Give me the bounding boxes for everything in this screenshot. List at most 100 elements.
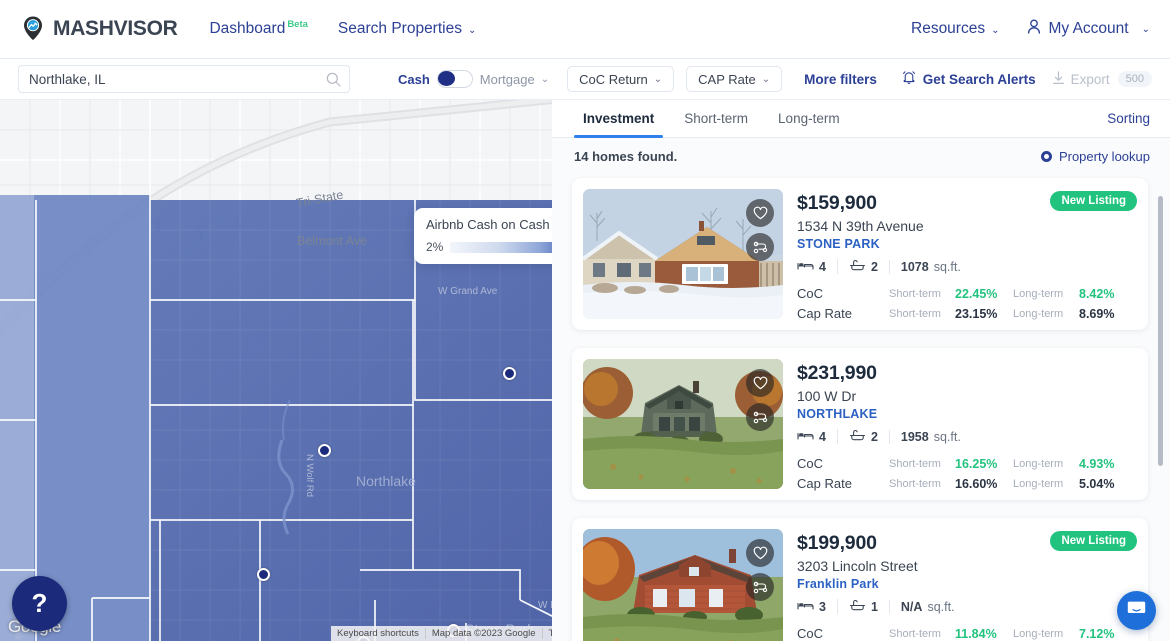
metric-short-label: Short-term (889, 287, 941, 300)
legend-title: Airbnb Cash on Cash Return (426, 217, 552, 232)
property-list[interactable]: New Listing $159,900 1534 N 39th Avenue … (552, 174, 1170, 641)
nav-my-account[interactable]: My Account ⌄ (1027, 19, 1150, 39)
filter-chip-cap-rate[interactable]: CAP Rate ⌄ (686, 66, 783, 92)
property-city[interactable]: Franklin Park (797, 577, 1137, 591)
legend-scale: 2% 10% (426, 240, 552, 254)
metric-name: CoC (797, 286, 824, 301)
map-attribution: Keyboard shortcuts Map data ©2023 Google… (331, 626, 552, 641)
status-badge: New Listing (1050, 531, 1137, 551)
help-button[interactable]: ? (12, 576, 67, 631)
nav-resources[interactable]: Resources ⌄ (911, 20, 999, 38)
filter-bar-actions: Get Search Alerts Export 500 (902, 70, 1152, 88)
favorite-button[interactable] (746, 369, 774, 397)
compare-button[interactable] (746, 233, 774, 261)
baths-count: 2 (870, 429, 878, 444)
location-search[interactable] (18, 65, 350, 93)
map-marker[interactable] (257, 568, 270, 581)
property-city[interactable]: NORTHLAKE (797, 407, 1137, 421)
chevron-down-icon[interactable]: ⌄ (541, 74, 549, 85)
bed-icon (797, 429, 814, 444)
map-legend[interactable]: Airbnb Cash on Cash Return ⌄ 2% 10% (414, 208, 552, 264)
search-input[interactable] (29, 71, 326, 87)
nav-search-properties-label: Search Properties (337, 20, 462, 37)
metric-short-label: Short-term (889, 307, 941, 320)
sorting-button[interactable]: Sorting (1107, 100, 1170, 137)
map-marker[interactable] (318, 444, 331, 457)
property-card[interactable]: New Listing $199,900 3203 Lincoln Street… (572, 518, 1148, 641)
tab-long-term[interactable]: Long-term (763, 100, 855, 137)
property-photo[interactable] (583, 529, 783, 641)
beds-count: 4 (819, 259, 826, 274)
property-address: 100 W Dr (797, 388, 857, 404)
property-address: 3203 Lincoln Street (797, 558, 918, 574)
bed-icon (797, 599, 814, 614)
nav-dashboard-label: Dashboard (209, 20, 286, 37)
terms-of-use-link[interactable]: Terms of Use (541, 628, 552, 639)
property-specs: 4 2 1958 sq.ft. (797, 429, 1137, 444)
bath-icon (849, 599, 866, 614)
financing-switch[interactable] (436, 70, 473, 88)
nav-resources-label: Resources (911, 20, 986, 37)
filter-chip-coc-return[interactable]: CoC Return ⌄ (567, 66, 675, 92)
download-icon (1052, 70, 1065, 88)
property-photo[interactable] (583, 359, 783, 489)
property-metrics: CoC Short-term 11.84% Long-term 7.12% (797, 626, 1137, 641)
map-marker[interactable] (503, 367, 516, 380)
user-icon (1027, 19, 1041, 39)
metric-long-value: 4.93% (1079, 456, 1115, 471)
nav-search-properties[interactable]: Search Properties ⌄ (338, 20, 476, 38)
bath-icon (849, 429, 866, 444)
brand-name: MASHVISOR (53, 17, 178, 40)
map-heat-overlay (0, 100, 552, 641)
metric-short-value: 22.45% (955, 286, 998, 301)
filter-chips: CoC Return ⌄ CAP Rate ⌄ (567, 66, 783, 92)
get-search-alerts-button[interactable]: Get Search Alerts (902, 70, 1036, 88)
property-city[interactable]: STONE PARK (797, 237, 1137, 251)
beds-spec: 4 (797, 259, 837, 274)
property-lookup-button[interactable]: Property lookup (1040, 148, 1150, 164)
chevron-down-icon: ⌄ (991, 25, 1000, 36)
results-count: 14 homes found. (574, 148, 678, 164)
property-metrics: CoC Short-term 22.45% Long-term 8.42% Ca… (797, 286, 1137, 321)
mashvisor-pin-icon (18, 14, 48, 44)
favorite-button[interactable] (746, 199, 774, 227)
metric-short-value: 16.25% (955, 456, 998, 471)
chat-icon (1126, 598, 1147, 624)
property-info: $231,990 100 W Dr NORTHLAKE 4 2 1958 sq.… (783, 359, 1137, 491)
map-canvas[interactable]: Tri-State Belmont Ave W Grand Ave N Wolf… (0, 100, 552, 641)
compare-button[interactable] (746, 403, 774, 431)
beds-count: 4 (819, 429, 826, 444)
keyboard-shortcuts-link[interactable]: Keyboard shortcuts (331, 628, 425, 639)
metric-short-value: 11.84% (955, 626, 997, 641)
property-photo[interactable] (583, 189, 783, 319)
sqft-value: 1958 (900, 429, 929, 444)
metric-long-value: 8.42% (1079, 286, 1115, 301)
property-metrics: CoC Short-term 16.25% Long-term 4.93% Ca… (797, 456, 1137, 491)
export-button[interactable]: Export 500 (1052, 70, 1152, 88)
brand-logo[interactable]: MASHVISOR (18, 14, 178, 44)
metric-row: CoC Short-term 22.45% Long-term 8.42% (797, 286, 1137, 301)
property-card[interactable]: New Listing $159,900 1534 N 39th Avenue … (572, 178, 1148, 330)
results-panel: Investment Short-term Long-term Sorting … (552, 100, 1170, 641)
tab-investment[interactable]: Investment (568, 100, 669, 138)
chevron-down-icon: ⌄ (653, 73, 663, 85)
tab-short-term[interactable]: Short-term (669, 100, 763, 137)
target-icon (1040, 150, 1052, 162)
cash-mortgage-toggle[interactable]: Cash Mortgage ⌄ (398, 70, 549, 88)
nav-dashboard[interactable]: Dashboard Beta (209, 19, 307, 38)
chat-widget-button[interactable] (1117, 591, 1156, 630)
favorite-button[interactable] (746, 539, 774, 567)
more-filters-button[interactable]: More filters (804, 72, 877, 87)
property-card[interactable]: $231,990 100 W Dr NORTHLAKE 4 2 1958 sq.… (572, 348, 1148, 500)
search-icon[interactable] (326, 72, 341, 87)
sqft-spec: 1958 sq.ft. (888, 429, 972, 444)
property-lookup-label: Property lookup (1058, 148, 1150, 164)
metric-row: Cap Rate Short-term 23.15% Long-term 8.6… (797, 306, 1137, 321)
bell-icon (902, 70, 916, 88)
metric-long-label: Long-term (1013, 627, 1064, 640)
chevron-down-icon: ⌄ (467, 25, 477, 36)
filter-chip-cap-rate-label: CAP Rate (698, 71, 756, 87)
results-scrollbar[interactable] (1158, 196, 1163, 466)
metric-long-label: Long-term (1013, 307, 1064, 320)
compare-button[interactable] (746, 573, 774, 601)
